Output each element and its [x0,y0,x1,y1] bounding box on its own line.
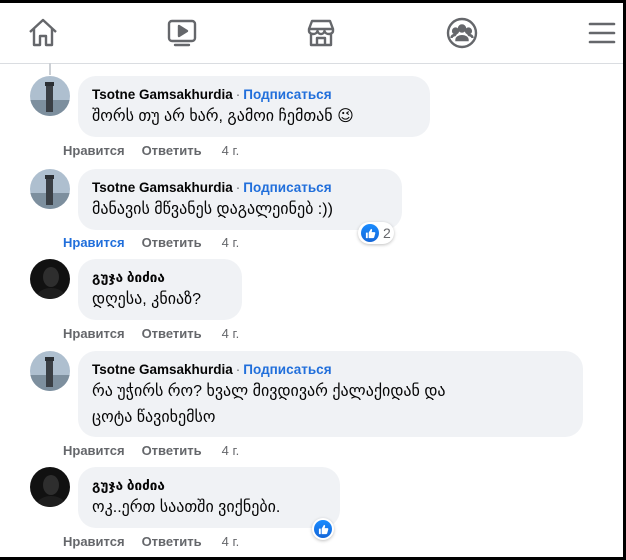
comment-text: ოკ..ერთ საათში ვიქნები. [92,499,281,516]
marketplace-icon[interactable] [303,15,339,51]
comment-time[interactable]: 4 г. [222,326,240,341]
reaction-badge[interactable] [312,518,334,540]
like-link[interactable]: Нравится [63,326,125,341]
comment-time[interactable]: 4 г. [222,143,240,158]
like-link[interactable]: Нравится [63,534,125,549]
comment-time[interactable]: 4 г. [222,534,240,549]
thread-line [49,63,51,75]
reply-link[interactable]: Ответить [142,534,202,549]
top-navigation-bar [0,3,626,64]
avatar[interactable] [30,351,70,391]
like-link[interactable]: Нравится [63,235,125,250]
separator-dot: · [235,362,241,377]
comment-text: რა უჭირს რო? ხვალ მივდივარ ქალაქიდან და [92,383,446,400]
like-link[interactable]: Нравится [63,143,125,158]
reply-link[interactable]: Ответить [142,443,202,458]
comment-text: მანავის მწვანეს დაგალეინებ :)) [92,201,333,218]
like-link[interactable]: Нравится [63,443,125,458]
follow-link[interactable]: Подписаться [243,87,331,102]
comment-bubble: გუჯა ბიძია ოკ..ერთ საათში ვიქნები. [78,467,340,528]
comment-bubble: Tsotne Gamsakhurdia · Подписаться რა უჭირს… [78,351,583,437]
comment-actions: Нравится Ответить 4 г. [63,326,239,341]
thumbs-up-icon [314,520,332,538]
comment-bubble: Tsotne Gamsakhurdia · Подписаться შორს თუ … [78,76,430,137]
comment-bubble: Tsotne Gamsakhurdia · Подписаться მანავის … [78,169,402,230]
menu-icon[interactable] [584,15,620,51]
comment-time[interactable]: 4 г. [222,443,240,458]
comment-time[interactable]: 4 г. [222,235,240,250]
comment-author[interactable]: Tsotne Gamsakhurdia [92,87,233,102]
comment-text: შორს თუ არ ხარ, გამოი ჩემთან 😉 [92,108,354,125]
comment-actions: Нравится Ответить 4 г. [63,235,239,250]
reply-link[interactable]: Ответить [142,143,202,158]
separator-dot: · [235,180,241,195]
comment-text: ცოტა წავიხემსო [92,409,216,426]
reply-link[interactable]: Ответить [142,326,202,341]
video-icon[interactable] [164,15,200,51]
comment-actions: Нравится Ответить 4 г. [63,443,239,458]
follow-link[interactable]: Подписаться [243,180,331,195]
reaction-badge[interactable]: 2 [358,222,394,244]
avatar[interactable] [30,259,70,299]
comment-actions: Нравится Ответить 4 г. [63,143,239,158]
comment-author[interactable]: გუჯა ბიძია [92,478,165,493]
home-icon[interactable] [25,15,61,51]
avatar[interactable] [30,169,70,209]
thumbs-up-icon [361,224,379,242]
separator-dot: · [235,87,241,102]
comment-author[interactable]: გუჯა ბიძია [92,270,165,285]
comment-author[interactable]: Tsotne Gamsakhurdia [92,180,233,195]
follow-link[interactable]: Подписаться [243,362,331,377]
comment-text: დღესა, კნიაზ? [92,291,201,308]
comment-actions: Нравится Ответить 4 г. [63,534,239,549]
reply-link[interactable]: Ответить [142,235,202,250]
avatar[interactable] [30,76,70,116]
groups-icon[interactable] [444,15,480,51]
reaction-count: 2 [383,225,391,241]
comment-author[interactable]: Tsotne Gamsakhurdia [92,362,233,377]
avatar[interactable] [30,467,70,507]
comment-bubble: გუჯა ბიძია დღესა, კნიაზ? [78,259,242,320]
